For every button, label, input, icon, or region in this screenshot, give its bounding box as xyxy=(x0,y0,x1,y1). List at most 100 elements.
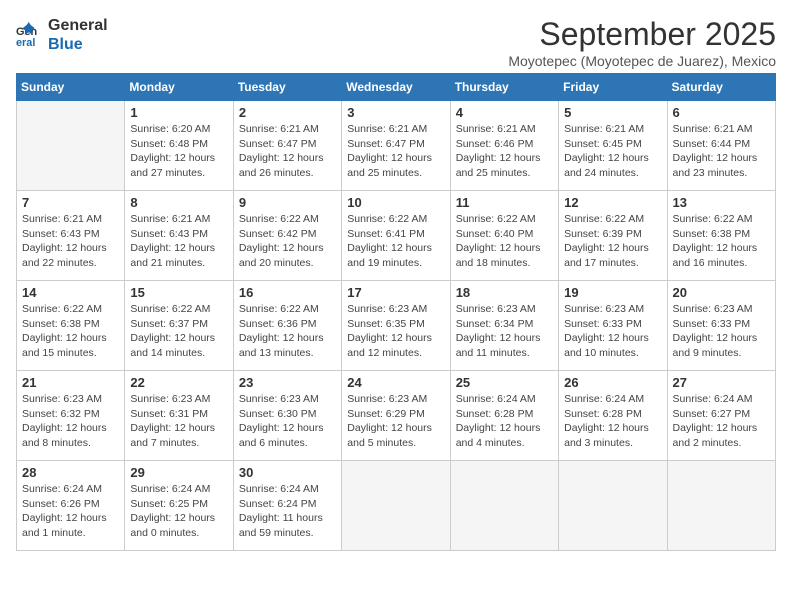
day-cell: 22 Sunrise: 6:23 AM Sunset: 6:31 PM Dayli… xyxy=(125,371,233,461)
day-info: Sunrise: 6:22 AM Sunset: 6:38 PM Dayligh… xyxy=(673,212,770,271)
day-info: Sunrise: 6:23 AM Sunset: 6:33 PM Dayligh… xyxy=(564,302,661,361)
day-number: 21 xyxy=(22,375,119,390)
day-info: Sunrise: 6:23 AM Sunset: 6:32 PM Dayligh… xyxy=(22,392,119,451)
day-number: 5 xyxy=(564,105,661,120)
day-info: Sunrise: 6:23 AM Sunset: 6:31 PM Dayligh… xyxy=(130,392,227,451)
day-cell: 14 Sunrise: 6:22 AM Sunset: 6:38 PM Dayli… xyxy=(17,281,125,371)
weekday-monday: Monday xyxy=(125,74,233,101)
day-cell: 6 Sunrise: 6:21 AM Sunset: 6:44 PM Daylig… xyxy=(667,101,775,191)
day-cell: 3 Sunrise: 6:21 AM Sunset: 6:47 PM Daylig… xyxy=(342,101,450,191)
day-number: 2 xyxy=(239,105,336,120)
day-info: Sunrise: 6:24 AM Sunset: 6:28 PM Dayligh… xyxy=(564,392,661,451)
day-cell: 9 Sunrise: 6:22 AM Sunset: 6:42 PM Daylig… xyxy=(233,191,341,281)
day-cell: 4Sunrise: 6:21 AM Sunset: 6:46 PM Daylig… xyxy=(450,101,558,191)
day-cell: 21 Sunrise: 6:23 AM Sunset: 6:32 PM Dayli… xyxy=(17,371,125,461)
day-info: Sunrise: 6:21 AM Sunset: 6:46 PM Dayligh… xyxy=(456,122,553,181)
day-info: Sunrise: 6:21 AM Sunset: 6:47 PM Dayligh… xyxy=(347,122,444,181)
month-title: September 2025 xyxy=(508,16,776,53)
day-info: Sunrise: 6:23 AM Sunset: 6:35 PM Dayligh… xyxy=(347,302,444,361)
weekday-saturday: Saturday xyxy=(667,74,775,101)
weekday-friday: Friday xyxy=(559,74,667,101)
day-number: 13 xyxy=(673,195,770,210)
week-row-2: 7 Sunrise: 6:21 AM Sunset: 6:43 PM Daylig… xyxy=(17,191,776,281)
logo-line1: General xyxy=(48,16,108,35)
day-number: 22 xyxy=(130,375,227,390)
day-info: Sunrise: 6:23 AM Sunset: 6:33 PM Dayligh… xyxy=(673,302,770,361)
day-cell: 10 Sunrise: 6:22 AM Sunset: 6:41 PM Dayli… xyxy=(342,191,450,281)
day-info: Sunrise: 6:21 AM Sunset: 6:44 PM Dayligh… xyxy=(673,122,770,181)
day-number: 3 xyxy=(347,105,444,120)
day-info: Sunrise: 6:22 AM Sunset: 6:42 PM Dayligh… xyxy=(239,212,336,271)
day-info: Sunrise: 6:24 AM Sunset: 6:25 PM Dayligh… xyxy=(130,482,227,541)
title-area: September 2025 Moyotepec (Moyotepec de J… xyxy=(508,16,776,69)
day-info: Sunrise: 6:22 AM Sunset: 6:38 PM Dayligh… xyxy=(22,302,119,361)
weekday-tuesday: Tuesday xyxy=(233,74,341,101)
header: Gen eral General Blue September 2025 Moy… xyxy=(16,16,776,69)
day-number: 19 xyxy=(564,285,661,300)
day-number: 23 xyxy=(239,375,336,390)
day-info: Sunrise: 6:20 AM Sunset: 6:48 PM Dayligh… xyxy=(130,122,227,181)
day-number: 18 xyxy=(456,285,553,300)
day-info: Sunrise: 6:22 AM Sunset: 6:37 PM Dayligh… xyxy=(130,302,227,361)
day-cell: 11 Sunrise: 6:22 AM Sunset: 6:40 PM Dayli… xyxy=(450,191,558,281)
day-cell: 25Sunrise: 6:24 AM Sunset: 6:28 PM Dayli… xyxy=(450,371,558,461)
day-number: 14 xyxy=(22,285,119,300)
day-cell xyxy=(17,101,125,191)
day-cell: 12 Sunrise: 6:22 AM Sunset: 6:39 PM Dayli… xyxy=(559,191,667,281)
day-info: Sunrise: 6:22 AM Sunset: 6:40 PM Dayligh… xyxy=(456,212,553,271)
day-info: Sunrise: 6:23 AM Sunset: 6:34 PM Dayligh… xyxy=(456,302,553,361)
day-cell xyxy=(667,461,775,551)
day-cell xyxy=(559,461,667,551)
weekday-sunday: Sunday xyxy=(17,74,125,101)
day-cell xyxy=(342,461,450,551)
calendar-table: SundayMondayTuesdayWednesdayThursdayFrid… xyxy=(16,73,776,551)
day-cell: 1Sunrise: 6:20 AM Sunset: 6:48 PM Daylig… xyxy=(125,101,233,191)
day-number: 16 xyxy=(239,285,336,300)
day-info: Sunrise: 6:23 AM Sunset: 6:29 PM Dayligh… xyxy=(347,392,444,451)
week-row-3: 14 Sunrise: 6:22 AM Sunset: 6:38 PM Dayli… xyxy=(17,281,776,371)
day-info: Sunrise: 6:22 AM Sunset: 6:39 PM Dayligh… xyxy=(564,212,661,271)
day-cell: 2Sunrise: 6:21 AM Sunset: 6:47 PM Daylig… xyxy=(233,101,341,191)
day-cell: 19 Sunrise: 6:23 AM Sunset: 6:33 PM Dayli… xyxy=(559,281,667,371)
day-cell: 20 Sunrise: 6:23 AM Sunset: 6:33 PM Dayli… xyxy=(667,281,775,371)
day-number: 9 xyxy=(239,195,336,210)
day-number: 20 xyxy=(673,285,770,300)
day-info: Sunrise: 6:24 AM Sunset: 6:26 PM Dayligh… xyxy=(22,482,119,541)
day-cell: 5 Sunrise: 6:21 AM Sunset: 6:45 PM Daylig… xyxy=(559,101,667,191)
week-row-1: 1Sunrise: 6:20 AM Sunset: 6:48 PM Daylig… xyxy=(17,101,776,191)
day-cell: 23 Sunrise: 6:23 AM Sunset: 6:30 PM Dayli… xyxy=(233,371,341,461)
logo-icon: Gen eral xyxy=(16,21,44,49)
day-number: 11 xyxy=(456,195,553,210)
day-info: Sunrise: 6:23 AM Sunset: 6:30 PM Dayligh… xyxy=(239,392,336,451)
day-number: 10 xyxy=(347,195,444,210)
day-cell xyxy=(450,461,558,551)
day-cell: 24 Sunrise: 6:23 AM Sunset: 6:29 PM Dayli… xyxy=(342,371,450,461)
day-number: 12 xyxy=(564,195,661,210)
weekday-thursday: Thursday xyxy=(450,74,558,101)
day-number: 8 xyxy=(130,195,227,210)
day-cell: 27Sunrise: 6:24 AM Sunset: 6:27 PM Dayli… xyxy=(667,371,775,461)
day-cell: 17 Sunrise: 6:23 AM Sunset: 6:35 PM Dayli… xyxy=(342,281,450,371)
day-cell: 30Sunrise: 6:24 AM Sunset: 6:24 PM Dayli… xyxy=(233,461,341,551)
day-cell: 13 Sunrise: 6:22 AM Sunset: 6:38 PM Dayli… xyxy=(667,191,775,281)
day-number: 17 xyxy=(347,285,444,300)
svg-text:eral: eral xyxy=(16,37,35,49)
day-cell: 29Sunrise: 6:24 AM Sunset: 6:25 PM Dayli… xyxy=(125,461,233,551)
day-cell: 15Sunrise: 6:22 AM Sunset: 6:37 PM Dayli… xyxy=(125,281,233,371)
calendar-body: 1Sunrise: 6:20 AM Sunset: 6:48 PM Daylig… xyxy=(17,101,776,551)
day-number: 25 xyxy=(456,375,553,390)
day-number: 6 xyxy=(673,105,770,120)
day-number: 27 xyxy=(673,375,770,390)
logo: Gen eral General Blue xyxy=(16,16,108,54)
day-number: 28 xyxy=(22,465,119,480)
location-subtitle: Moyotepec (Moyotepec de Juarez), Mexico xyxy=(508,53,776,69)
day-number: 24 xyxy=(347,375,444,390)
day-cell: 7 Sunrise: 6:21 AM Sunset: 6:43 PM Daylig… xyxy=(17,191,125,281)
weekday-wednesday: Wednesday xyxy=(342,74,450,101)
day-cell: 28 Sunrise: 6:24 AM Sunset: 6:26 PM Dayli… xyxy=(17,461,125,551)
day-cell: 8Sunrise: 6:21 AM Sunset: 6:43 PM Daylig… xyxy=(125,191,233,281)
day-info: Sunrise: 6:22 AM Sunset: 6:41 PM Dayligh… xyxy=(347,212,444,271)
day-number: 7 xyxy=(22,195,119,210)
day-info: Sunrise: 6:21 AM Sunset: 6:43 PM Dayligh… xyxy=(22,212,119,271)
day-info: Sunrise: 6:21 AM Sunset: 6:45 PM Dayligh… xyxy=(564,122,661,181)
